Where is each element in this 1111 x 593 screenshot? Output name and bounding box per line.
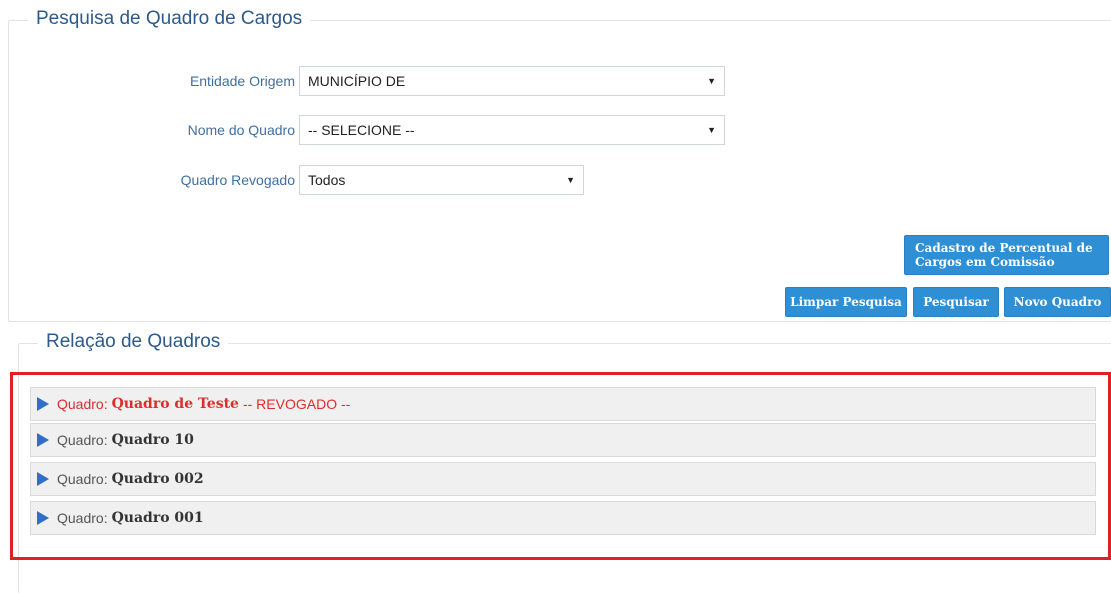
quadro-revogado-select[interactable]: Todos ▼ [299, 165, 584, 195]
quadro-row-002[interactable]: Quadro: Quadro 002 [30, 462, 1096, 496]
entidade-origem-value: MUNICÍPIO DE [308, 73, 406, 89]
row-prefix: Quadro: [57, 471, 108, 487]
quadro-row-10[interactable]: Quadro: Quadro 10 [30, 423, 1096, 457]
expand-triangle-icon [37, 397, 49, 411]
cadastro-percentual-button[interactable]: Cadastro de Percentual de Cargos em Comi… [904, 235, 1109, 275]
expand-triangle-icon [37, 511, 49, 525]
caret-down-icon: ▼ [566, 175, 575, 185]
revoked-badge: -- REVOGADO -- [242, 396, 351, 412]
nome-quadro-label: Nome do Quadro [187, 122, 295, 138]
nome-quadro-row: Nome do Quadro -- SELECIONE -- ▼ [165, 115, 725, 145]
quadro-row-teste[interactable]: Quadro: Quadro de Teste -- REVOGADO -- [30, 387, 1096, 421]
caret-down-icon: ▼ [707, 76, 716, 86]
quadro-row-001[interactable]: Quadro: Quadro 001 [30, 501, 1096, 535]
row-name: Quadro 001 [111, 510, 204, 526]
pesquisar-button[interactable]: Pesquisar [913, 287, 999, 317]
results-legend: Relação de Quadros [38, 331, 229, 353]
nome-quadro-value: -- SELECIONE -- [308, 122, 415, 138]
row-prefix: Quadro: [57, 396, 108, 412]
caret-down-icon: ▼ [707, 125, 716, 135]
entidade-origem-row: Entidade Origem MUNICÍPIO DE ▼ [165, 66, 725, 96]
row-prefix: Quadro: [57, 432, 108, 448]
entidade-origem-label: Entidade Origem [189, 73, 295, 89]
row-prefix: Quadro: [57, 510, 108, 526]
quadro-revogado-value: Todos [308, 172, 346, 188]
novo-quadro-button[interactable]: Novo Quadro [1004, 287, 1111, 317]
quadro-revogado-row: Quadro Revogado Todos ▼ [165, 165, 584, 195]
row-name: Quadro 10 [111, 432, 194, 448]
row-name: Quadro 002 [111, 471, 204, 487]
entidade-origem-select[interactable]: MUNICÍPIO DE ▼ [299, 66, 725, 96]
search-legend: Pesquisa de Quadro de Cargos [28, 8, 311, 30]
cadastro-line2: Cargos em Comissão [915, 255, 1055, 269]
expand-triangle-icon [37, 433, 49, 447]
limpar-pesquisa-button[interactable]: Limpar Pesquisa [785, 287, 907, 317]
cadastro-line1: Cadastro de Percentual de [915, 241, 1093, 255]
expand-triangle-icon [37, 472, 49, 486]
quadro-revogado-label: Quadro Revogado [180, 172, 295, 188]
row-name: Quadro de Teste [111, 396, 239, 412]
nome-quadro-select[interactable]: -- SELECIONE -- ▼ [299, 115, 725, 145]
